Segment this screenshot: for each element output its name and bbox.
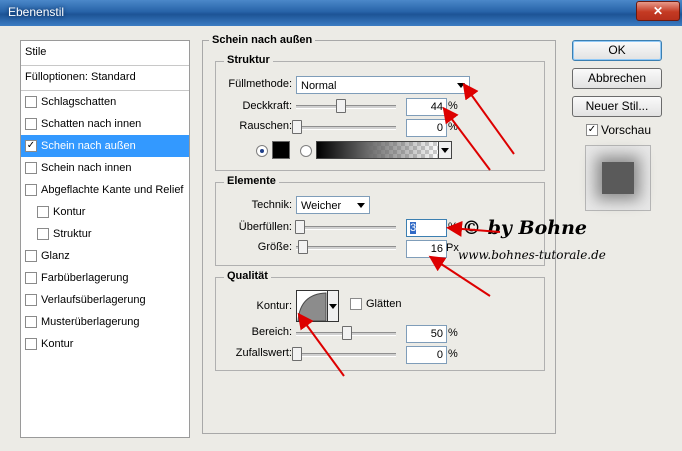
layer-style-dialog: Ebenenstil ✕ Stile Fülloptionen: Standar…: [0, 0, 682, 451]
annotation-arrow-blend: [462, 82, 515, 155]
annotation-arrow-contour: [297, 312, 345, 377]
annotation-arrow-size: [428, 255, 491, 297]
annotation-arrow-opacity: [442, 106, 491, 171]
annotation-arrow-spread: [446, 220, 501, 237]
annotation-arrows: [297, 82, 515, 377]
